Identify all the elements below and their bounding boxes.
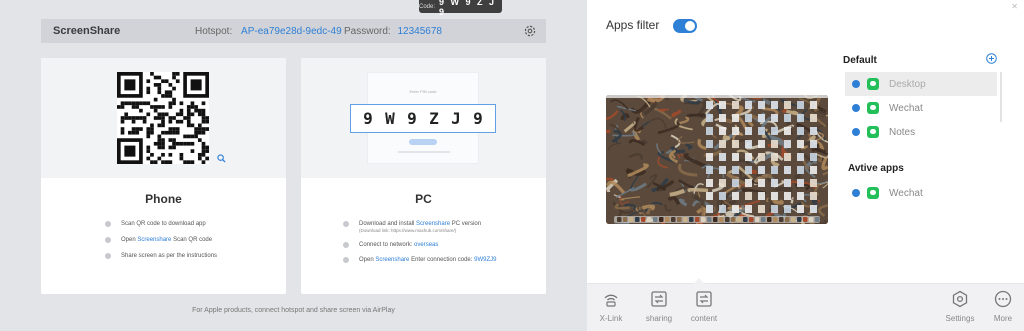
mock-title: Enter PIN code [409,89,437,94]
xlink-icon [604,294,618,307]
pc-card-title: PC [415,192,432,206]
code-chip-value: 9 W 9 Z J 9 [439,0,497,17]
app-item-wechat[interactable]: Wechat [845,96,997,120]
more-label: More [993,314,1013,323]
screenshare-link[interactable]: Screenshare [416,221,450,227]
more-icon [994,290,1012,308]
active-tab-indicator [693,278,705,284]
bottom-toolbar: X-Link sharing content Settings More [587,278,1024,331]
xlink-label: X-Link [599,314,623,323]
pin-digit: Z [429,109,439,128]
xlink-button[interactable]: X-Link [589,290,633,323]
phone-card-preview [41,58,286,178]
password-value: 12345678 [397,25,442,37]
code-chip-label: Code: [419,3,436,10]
app-name: Wechat [889,187,923,199]
sharing-label: sharing [645,314,673,323]
pin-digit: 9 [363,109,373,128]
airplay-footnote: For Apple products, connect hotspot and … [192,307,395,314]
qr-code [117,72,209,164]
app-icon [867,78,879,90]
step-text: PC version [451,221,482,227]
header-bar: ScreenShare Hotspot: AP-ea79e28d-9edc-49… [41,19,546,43]
step-text: Enter connection code: [411,257,473,263]
network-name: overseas [414,242,439,248]
password-info: Password: 12345678 [344,26,442,37]
pc-step: Download and install Screenshare PC vers… [343,220,546,234]
screen-share-panel: Code: 9 W 9 Z J 9 ScreenShare Hotspot: A… [0,0,587,331]
desktop-preview [606,95,828,224]
step-text: Share screen as per the instructions [121,253,218,259]
wechat-icon [867,187,879,199]
settings-button[interactable]: Settings [938,290,982,323]
pc-steps: Download and install Screenshare PC vers… [301,220,546,264]
pin-code-display: 9 W 9 Z J 9 [350,104,496,133]
content-icon [696,291,712,307]
phone-step: Scan QR code to download app [105,220,286,228]
pc-step: Connect to network: overseas [343,241,546,249]
phone-steps: Scan QR code to download app Open Screen… [41,220,286,260]
app-name: Desktop [889,78,926,90]
app-item-desktop[interactable]: Desktop [845,72,997,96]
close-icon[interactable]: ✕ [1011,2,1018,11]
radio-dot [852,104,860,112]
step-text: Open [359,257,374,263]
zoom-icon[interactable] [217,154,226,163]
step-text: Download and install [359,221,415,227]
pin-digit: 9 [473,109,483,128]
pin-digit: 9 [407,109,417,128]
apps-filter-label: Apps filter [606,18,660,32]
default-app-list: Desktop Wechat Notes [845,72,997,144]
step-text: Connect to network: [359,242,413,248]
step-text: Scan QR code to download app [121,221,206,227]
apps-filter-toggle[interactable] [673,19,697,33]
phone-card-title: Phone [145,192,182,206]
add-icon[interactable] [986,53,997,64]
wechat-icon [867,102,879,114]
mock-button [409,139,437,145]
phone-card: Phone Scan QR code to download app Open … [41,58,286,294]
screenshare-link[interactable]: Screenshare [137,237,171,243]
phone-step: Open Screenshare Scan QR code [105,236,286,244]
app-name: Notes [889,126,916,138]
radio-dot [852,128,860,136]
notes-icon [867,126,879,138]
pin-digit: J [451,109,461,128]
app-name: Wechat [889,102,923,114]
gear-icon[interactable] [523,24,537,38]
hotspot-value: AP-ea79e28d-9edc-49 [241,25,342,37]
settings-icon [952,290,968,308]
settings-label: Settings [945,314,975,323]
connection-code: 9W9ZJ9 [474,257,497,263]
active-app-list: Wechat [845,181,997,205]
sharing-icon [651,291,667,307]
hotspot-info: Hotspot: AP-ea79e28d-9edc-49 [195,26,342,37]
app-list-scrollbar[interactable] [1000,72,1002,122]
app-item-wechat-active[interactable]: Wechat [845,181,997,205]
download-link-note: (Download link: https://www.maxhub.com/s… [359,228,457,233]
radio-dot [852,80,860,88]
radio-dot [852,189,860,197]
step-text: Scan QR code [173,237,213,243]
mock-line [398,151,450,153]
connection-code-chip: Code: 9 W 9 Z J 9 [419,0,502,17]
phone-step: Share screen as per the instructions [105,252,286,260]
sharing-button[interactable]: sharing [637,290,681,323]
app-item-notes[interactable]: Notes [845,120,997,144]
pc-card-preview: Enter PIN code 9 W 9 Z J 9 [301,58,546,178]
password-label: Password: [344,25,391,37]
hotspot-label: Hotspot: [195,25,233,37]
pc-card: Enter PIN code 9 W 9 Z J 9 PC Download a… [301,58,546,294]
active-apps-title: Avtive apps [848,163,904,174]
brand-title: ScreenShare [53,25,121,37]
content-button[interactable]: content [682,290,726,323]
default-section-title: Default [843,55,877,66]
screenshare-link[interactable]: Screenshare [375,257,409,263]
pc-step: Open Screenshare Enter connection code: … [343,256,546,264]
apps-filter-panel: ✕ Apps filter Default Desktop Wechat Not… [587,0,1024,331]
more-button[interactable]: More [981,290,1024,323]
pin-digit: W [385,109,395,128]
step-text: Open [121,237,136,243]
content-label: content [690,314,718,323]
